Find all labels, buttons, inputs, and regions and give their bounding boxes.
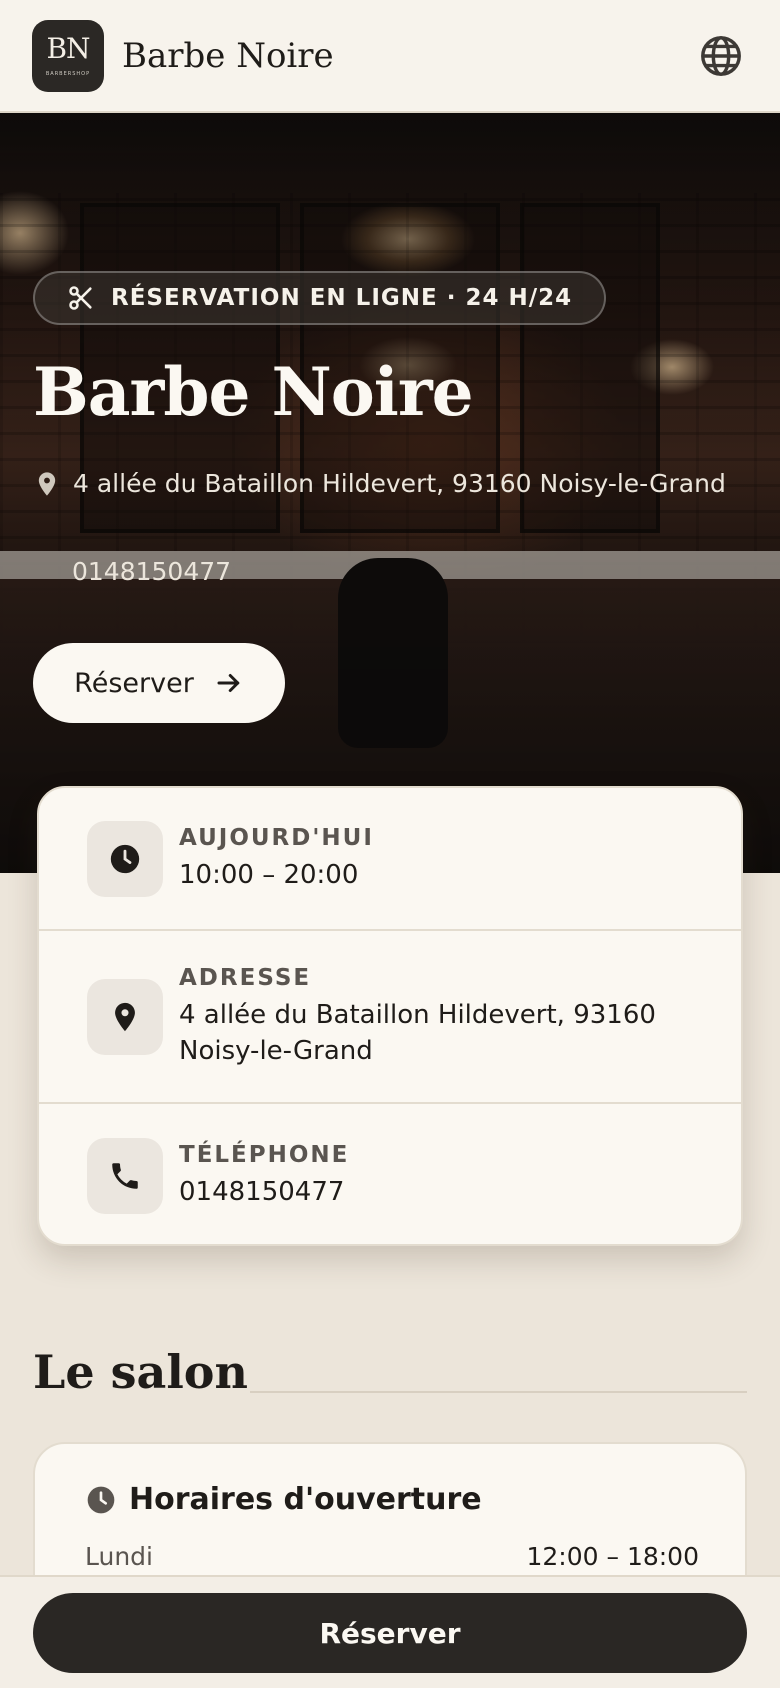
phone-icon <box>112 1163 138 1189</box>
hero-phone[interactable]: 0148150477 <box>72 557 231 586</box>
online-booking-badge: RÉSERVATION EN LIGNE · 24 H/24 <box>33 271 607 325</box>
info-icon-box <box>87 1138 163 1214</box>
map-pin-icon <box>38 471 56 496</box>
section-divider <box>250 1391 747 1393</box>
info-row-today: AUJOURD'HUI 10:00 – 20:00 <box>39 788 741 931</box>
hero-address: 4 allée du Bataillon Hildevert, 93160 No… <box>33 469 726 498</box>
arrow-right-icon <box>217 674 240 692</box>
bottom-reserve-button[interactable]: Réserver <box>33 1593 747 1673</box>
hero-title: Barbe Noire <box>33 353 474 431</box>
scissors-icon <box>69 286 92 310</box>
address-value: 4 allée du Bataillon Hildevert, 93160 No… <box>179 999 656 1066</box>
hero-section: RÉSERVATION EN LIGNE · 24 H/24 Barbe Noi… <box>0 113 780 873</box>
phone-value: 0148150477 <box>179 1177 345 1207</box>
clock-icon <box>110 844 140 873</box>
bottom-action-bar: Réserver <box>0 1575 780 1688</box>
hours-row: Lundi 12:00 – 18:00 <box>85 1542 699 1571</box>
info-row-phone[interactable]: TÉLÉPHONE 0148150477 <box>39 1104 741 1244</box>
clock-icon <box>87 1486 115 1513</box>
info-row-address[interactable]: ADRESSE 4 allée du Bataillon Hildevert, … <box>39 931 741 1104</box>
logo-subtitle: BARBERSHOP <box>45 70 91 77</box>
address-label: ADRESSE <box>179 964 312 991</box>
logo-monogram: BN <box>46 31 90 65</box>
hero-address-text: 4 allée du Bataillon Hildevert, 93160 No… <box>73 469 726 498</box>
globe-icon[interactable] <box>698 33 744 79</box>
info-card: AUJOURD'HUI 10:00 – 20:00 ADRESSE 4 allé… <box>37 786 743 1246</box>
today-label: AUJOURD'HUI <box>179 824 374 851</box>
today-hours: 10:00 – 20:00 <box>179 859 359 890</box>
hours-time: 12:00 – 18:00 <box>526 1542 700 1571</box>
badge-text: RÉSERVATION EN LIGNE · 24 H/24 <box>111 285 573 311</box>
hero-reserve-label: Réserver <box>74 667 194 699</box>
salon-section-title: Le salon <box>33 1345 248 1399</box>
brand-logo[interactable]: BN BARBERSHOP <box>32 19 104 92</box>
map-pin-icon <box>115 1002 135 1031</box>
info-icon-box <box>87 820 163 897</box>
opening-hours-header: Horaires d'ouverture <box>85 1482 482 1517</box>
info-icon-box <box>87 978 163 1055</box>
hero-reserve-button[interactable]: Réserver <box>33 643 285 723</box>
hours-day: Lundi <box>85 1542 153 1571</box>
phone-label: TÉLÉPHONE <box>179 1142 350 1168</box>
brand-name: Barbe Noire <box>122 35 334 76</box>
app-header: BN BARBERSHOP Barbe Noire <box>0 0 780 113</box>
opening-hours-title: Horaires d'ouverture <box>129 1482 482 1517</box>
